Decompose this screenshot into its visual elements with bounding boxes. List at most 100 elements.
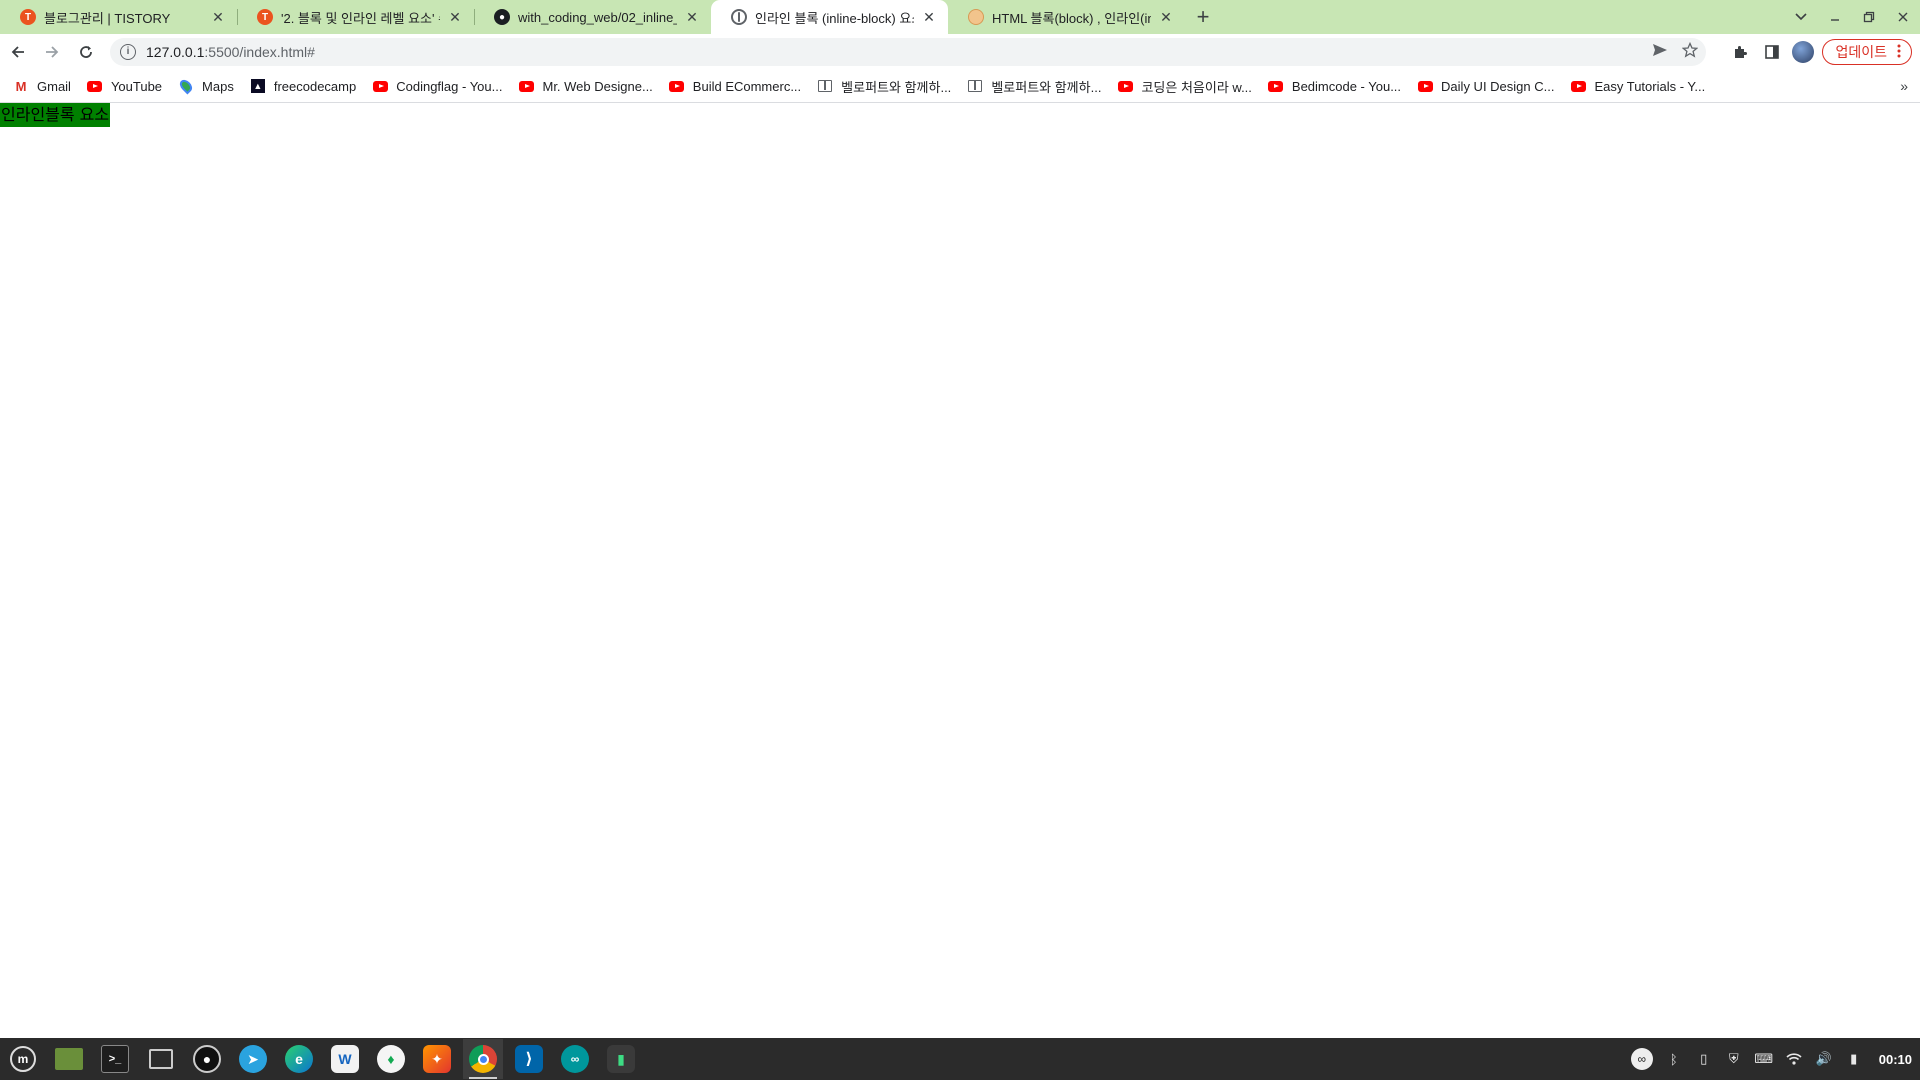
github-icon: ● xyxy=(494,9,510,25)
bookmark-velopert-1[interactable]: 벨로퍼트와 함께하... xyxy=(817,77,951,96)
browser-toolbar: i 127.0.0.1 :5500/index.html# 업데이트 xyxy=(0,34,1920,70)
tab-inline-block[interactable]: 인라인 블록 (inline-block) 요소 ✕ xyxy=(711,0,948,34)
creative-cloud-icon[interactable]: ∞ xyxy=(1630,1048,1653,1070)
android-studio-icon: ▮ xyxy=(607,1045,635,1073)
bookmark-label: Maps xyxy=(202,78,234,94)
files-button[interactable] xyxy=(141,1039,181,1079)
arduino-button[interactable]: ∞ xyxy=(555,1039,595,1079)
mongodb-button[interactable]: ♦ xyxy=(371,1039,411,1079)
youtube-icon xyxy=(669,78,685,94)
gmail-icon: M xyxy=(15,78,27,94)
close-icon[interactable]: ✕ xyxy=(446,8,464,26)
bluetooth-icon[interactable]: ᛒ xyxy=(1665,1050,1683,1068)
bookmark-maps[interactable]: Maps xyxy=(177,77,234,95)
close-icon[interactable]: ✕ xyxy=(209,8,227,26)
android-studio-button[interactable]: ▮ xyxy=(601,1039,641,1079)
telegram-button[interactable]: ➤ xyxy=(233,1039,273,1079)
bookmark-label: Codingflag - You... xyxy=(396,78,503,94)
vscode-button[interactable]: ⟩ xyxy=(509,1039,549,1079)
update-button[interactable]: 업데이트 xyxy=(1822,39,1912,65)
edge-button[interactable]: e xyxy=(279,1039,319,1079)
writer-button[interactable]: W xyxy=(325,1039,365,1079)
bookmarks-bar: M Gmail YouTube Maps ▲ freecodecamp Codi… xyxy=(0,70,1920,103)
new-tab-button[interactable]: + xyxy=(1185,0,1221,34)
book-icon xyxy=(817,78,833,94)
minimize-icon[interactable] xyxy=(1818,0,1852,34)
tab-tistory-edit[interactable]: T '2. 블록 및 인라인 레벨 요소' 수정 ✕ xyxy=(237,0,474,34)
bookmark-youtube[interactable]: YouTube xyxy=(87,78,162,94)
firefox-button[interactable]: ✦ xyxy=(417,1039,457,1079)
inline-block-element: 인라인블록 요소 xyxy=(0,103,111,127)
close-icon[interactable]: ✕ xyxy=(1157,8,1175,26)
forward-button[interactable] xyxy=(36,36,68,68)
obs-icon: ● xyxy=(193,1045,221,1073)
chrome-button[interactable] xyxy=(463,1039,503,1079)
obs-button[interactable]: ● xyxy=(187,1039,227,1079)
send-tab-icon[interactable] xyxy=(1652,43,1668,62)
tistory-icon: T xyxy=(20,9,36,25)
globe-icon xyxy=(731,9,747,25)
bookmark-freecodecamp[interactable]: ▲ freecodecamp xyxy=(250,78,356,94)
page-viewport: 인라인블록 요소 xyxy=(0,103,1920,1038)
tab-tistory-admin[interactable]: T 블로그관리 | TISTORY ✕ xyxy=(0,0,237,34)
volume-icon[interactable]: 🔊 xyxy=(1815,1050,1833,1068)
bookmark-gmail[interactable]: M Gmail xyxy=(13,78,71,94)
tab-title: HTML 블록(block) , 인라인(inlin xyxy=(992,10,1151,26)
bookmark-label: Mr. Web Designe... xyxy=(542,78,653,94)
tab-search-chevron-icon[interactable] xyxy=(1784,0,1818,34)
youtube-icon xyxy=(1417,78,1433,94)
reload-button[interactable] xyxy=(70,36,102,68)
bookmarks-overflow-chevron-icon[interactable]: » xyxy=(1900,70,1908,103)
tab-strip: T 블로그관리 | TISTORY ✕ T '2. 블록 및 인라인 레벨 요소… xyxy=(0,0,1920,34)
chrome-icon xyxy=(469,1045,497,1073)
tab-github[interactable]: ● with_coding_web/02_inline_el ✕ xyxy=(474,0,711,34)
restore-icon[interactable] xyxy=(1852,0,1886,34)
address-bar[interactable]: i 127.0.0.1 :5500/index.html# xyxy=(110,38,1706,66)
bookmark-easy-tutorials[interactable]: Easy Tutorials - Y... xyxy=(1570,78,1705,94)
bookmark-mr-web-designer[interactable]: Mr. Web Designe... xyxy=(518,78,653,94)
youtube-icon xyxy=(518,78,534,94)
url-host: 127.0.0.1 xyxy=(146,44,205,60)
files-icon xyxy=(149,1049,173,1069)
tab-title: with_coding_web/02_inline_el xyxy=(518,9,677,25)
update-label: 업데이트 xyxy=(1835,44,1887,60)
url-path: :5500/index.html# xyxy=(204,44,315,60)
shield-icon[interactable]: ⛨ xyxy=(1725,1050,1743,1068)
close-icon[interactable]: ✕ xyxy=(920,8,938,26)
bookmark-label: Daily UI Design C... xyxy=(1441,78,1555,94)
extensions-puzzle-icon[interactable] xyxy=(1728,40,1752,64)
kebab-menu-icon xyxy=(1897,44,1901,61)
side-panel-icon[interactable] xyxy=(1760,40,1784,64)
mongodb-icon: ♦ xyxy=(377,1045,405,1073)
bookmark-star-icon[interactable] xyxy=(1681,41,1699,63)
bookmark-label: 벨로퍼트와 함께하... xyxy=(991,79,1102,95)
system-tray: ∞ ᛒ ▯ ⛨ ⌨ 🔊 ▮ 00:10 xyxy=(1630,1038,1912,1080)
tab-html-block[interactable]: HTML 블록(block) , 인라인(inlin ✕ xyxy=(948,0,1185,34)
bookmark-label: Build ECommerc... xyxy=(692,78,802,94)
terminal-button[interactable]: >_ xyxy=(95,1039,135,1079)
site-info-icon[interactable]: i xyxy=(120,44,136,60)
desktop-icon xyxy=(55,1048,83,1070)
tab-title: 블로그관리 | TISTORY xyxy=(44,10,171,26)
clock[interactable]: 00:10 xyxy=(1879,1052,1912,1067)
clipboard-icon[interactable]: ▯ xyxy=(1695,1050,1713,1068)
mint-menu-button[interactable]: m xyxy=(3,1039,43,1079)
arduino-icon: ∞ xyxy=(561,1045,589,1073)
close-icon[interactable]: ✕ xyxy=(683,8,701,26)
back-button[interactable] xyxy=(2,36,34,68)
keyboard-icon[interactable]: ⌨ xyxy=(1754,1050,1773,1068)
close-window-icon[interactable] xyxy=(1886,0,1920,34)
mint-menu-icon: m xyxy=(10,1046,36,1072)
bookmark-coding-first[interactable]: 코딩은 처음이라 w... xyxy=(1117,77,1252,96)
bookmark-build-ecommerce[interactable]: Build ECommerc... xyxy=(669,78,801,94)
wifi-icon[interactable] xyxy=(1785,1050,1803,1068)
bookmark-bedimcode[interactable]: Bedimcode - You... xyxy=(1268,78,1401,94)
bookmark-velopert-2[interactable]: 벨로퍼트와 함께하... xyxy=(967,77,1101,96)
bookmark-daily-ui[interactable]: Daily UI Design C... xyxy=(1417,78,1554,94)
show-desktop-button[interactable] xyxy=(49,1039,89,1079)
bookmark-codingflag[interactable]: Codingflag - You... xyxy=(372,78,502,94)
cake-icon xyxy=(968,9,984,25)
tab-title: '2. 블록 및 인라인 레벨 요소' 수정 xyxy=(281,10,440,26)
profile-avatar[interactable] xyxy=(1792,41,1815,63)
battery-icon[interactable]: ▮ xyxy=(1845,1050,1863,1068)
